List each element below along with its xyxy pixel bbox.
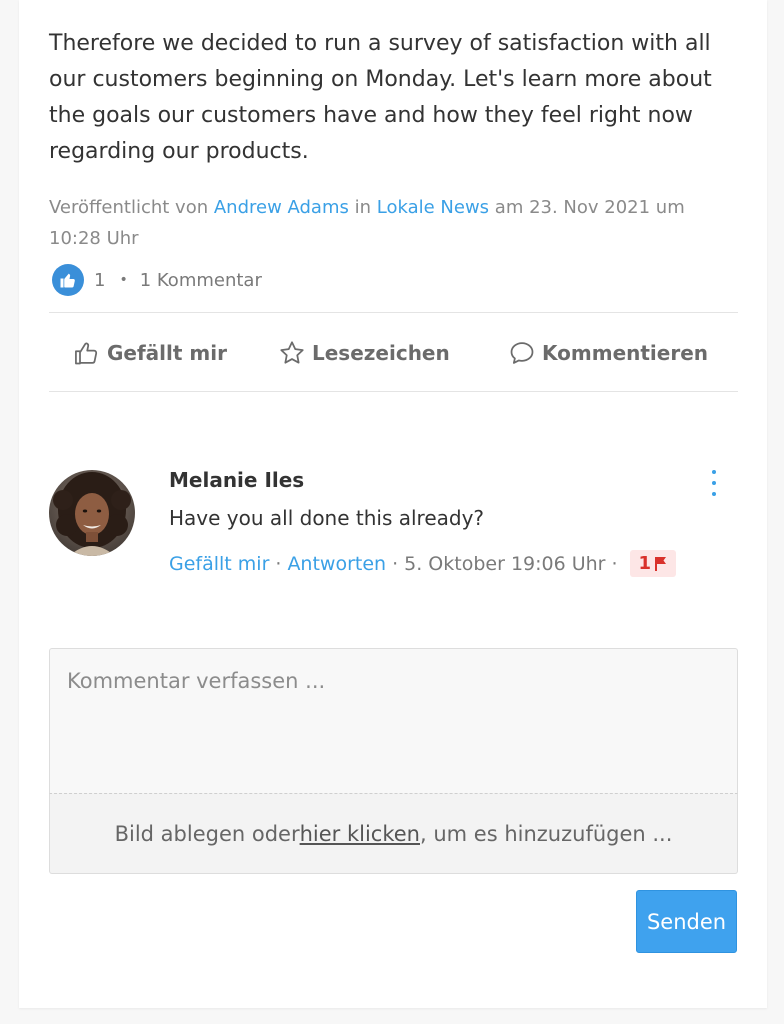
comment-author[interactable]: Melanie Iles bbox=[169, 468, 304, 492]
post-actions: Gefällt mir Lesezeichen Kommentieren bbox=[49, 314, 738, 391]
comment-reply-link[interactable]: Antworten bbox=[287, 553, 386, 575]
meta-separator: · bbox=[392, 552, 399, 575]
comment-label: Kommentieren bbox=[542, 340, 709, 365]
post-body: Therefore we decided to run a survey of … bbox=[49, 31, 712, 164]
likes-summary: 1 • 1 Kommentar bbox=[49, 262, 262, 298]
comment-input[interactable] bbox=[50, 649, 737, 794]
flag-count: 1 bbox=[638, 553, 652, 574]
like-button[interactable]: Gefällt mir bbox=[73, 314, 227, 391]
comment-timestamp: 5. Oktober 19:06 Uhr bbox=[404, 552, 606, 575]
flag-badge[interactable]: 1 bbox=[629, 550, 677, 577]
more-options-icon[interactable] bbox=[708, 470, 720, 496]
meta-prefix: Veröffentlicht von bbox=[49, 197, 214, 218]
comment-meta: Gefällt mir · Antworten · 5. Oktober 19:… bbox=[169, 550, 677, 577]
bookmark-label: Lesezeichen bbox=[312, 340, 450, 365]
thumbs-up-icon bbox=[75, 342, 98, 364]
comment-composer bbox=[49, 648, 738, 794]
bullet-separator: • bbox=[119, 272, 128, 288]
space-link[interactable]: Lokale News bbox=[377, 197, 489, 218]
like-count[interactable]: 1 bbox=[94, 270, 105, 291]
comment-text: Have you all done this already? bbox=[169, 506, 485, 530]
send-button[interactable]: Senden bbox=[636, 890, 737, 953]
meta-separator: · bbox=[275, 552, 282, 575]
meta-in: in bbox=[348, 197, 377, 218]
divider-top bbox=[49, 312, 738, 313]
post-meta: Veröffentlicht von Andrew Adams in Lokal… bbox=[49, 192, 739, 254]
dropzone-suffix: , um es hinzuzufügen ... bbox=[420, 821, 673, 846]
upload-link[interactable]: hier klicken bbox=[300, 822, 420, 846]
dropzone-prefix: Bild ablegen oder bbox=[114, 821, 300, 846]
bookmark-button[interactable]: Lesezeichen bbox=[278, 314, 450, 391]
image-dropzone[interactable]: Bild ablegen oder hier klicken , um es h… bbox=[49, 793, 738, 874]
comment-like-link[interactable]: Gefällt mir bbox=[169, 553, 269, 575]
comment-button[interactable]: Kommentieren bbox=[508, 314, 708, 391]
comment-item: Melanie Iles Have you all done this alre… bbox=[49, 468, 738, 590]
post-card: Therefore we decided to run a survey of … bbox=[19, 0, 767, 1008]
author-link[interactable]: Andrew Adams bbox=[214, 197, 349, 218]
thumbs-up-badge-icon[interactable] bbox=[52, 264, 84, 296]
star-icon bbox=[280, 340, 304, 364]
avatar[interactable] bbox=[49, 470, 135, 556]
meta-separator: · bbox=[611, 552, 618, 575]
divider-bottom bbox=[49, 391, 738, 392]
speech-bubble-icon bbox=[510, 341, 534, 364]
comment-count[interactable]: 1 Kommentar bbox=[140, 270, 262, 291]
flag-icon bbox=[655, 556, 667, 571]
like-label: Gefällt mir bbox=[107, 340, 227, 365]
